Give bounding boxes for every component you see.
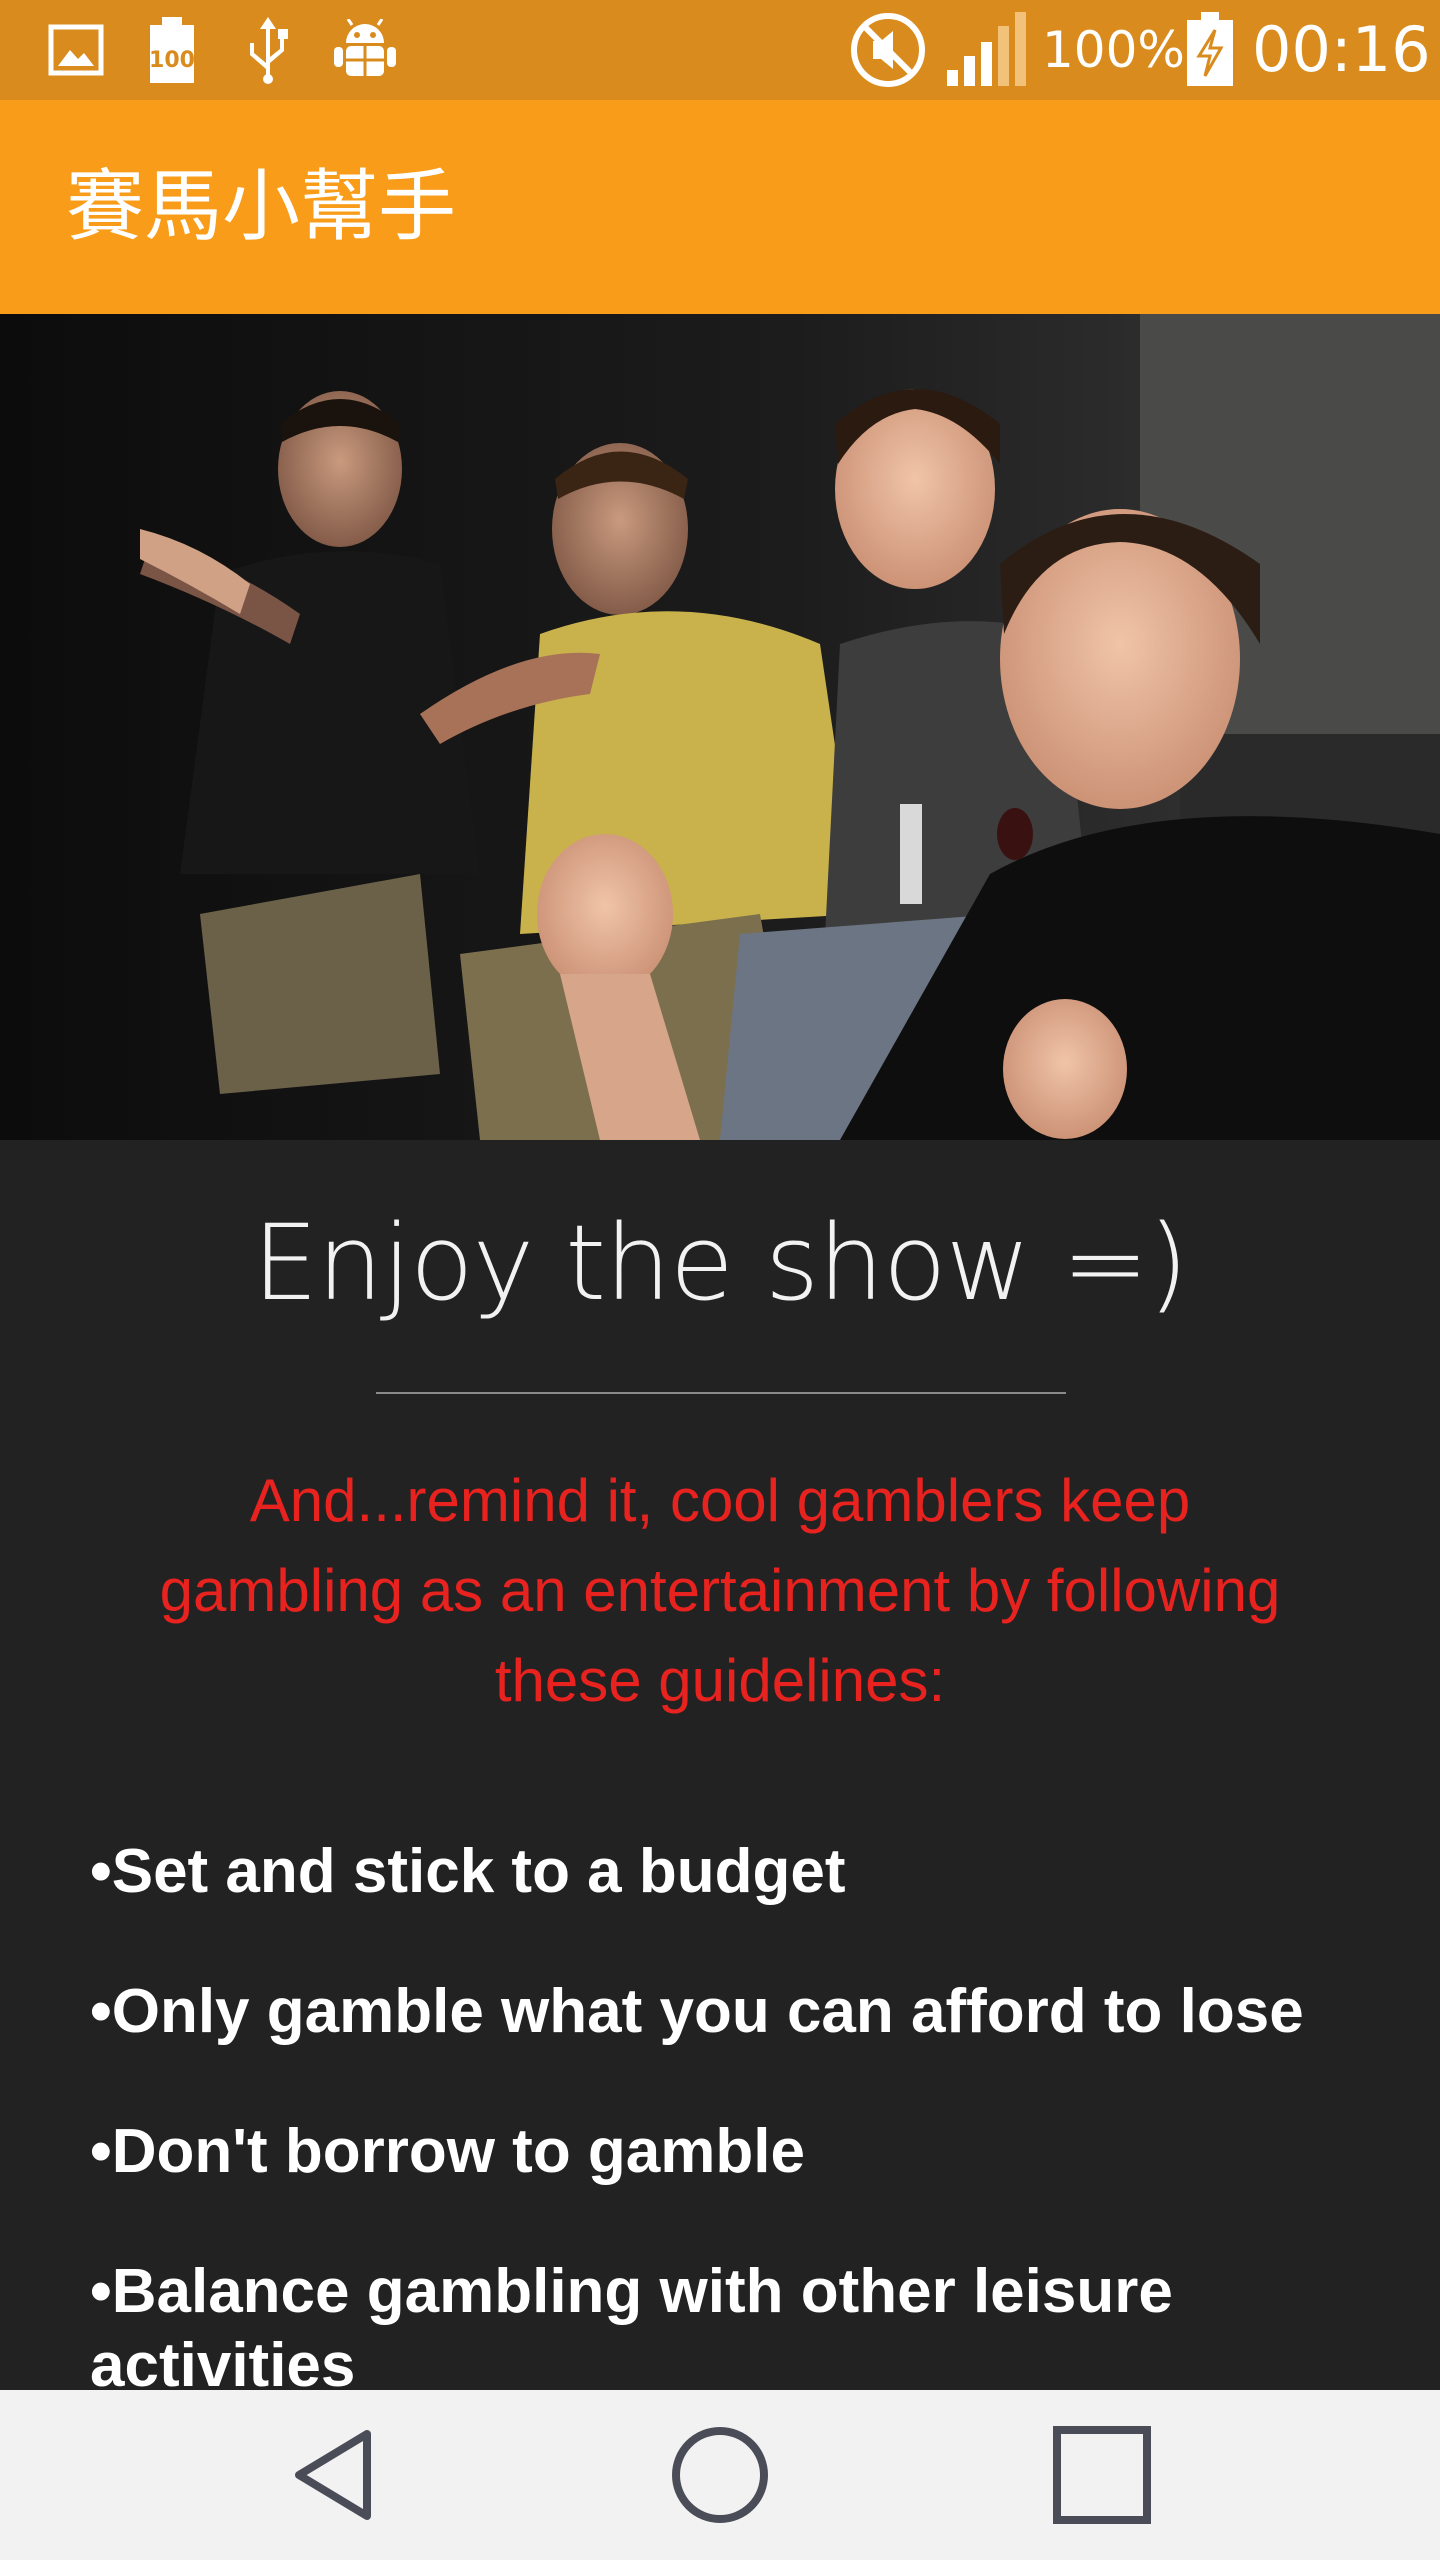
content-area: Enjoy the show =) And...remind it, cool …	[0, 1140, 1440, 2390]
navigation-bar	[0, 2390, 1440, 2560]
battery-charging-icon	[1180, 12, 1240, 86]
guideline-item: Only gamble what you can afford to lose	[90, 1975, 1400, 2049]
guideline-item: Balance gambling with other leisure acti…	[90, 2255, 1400, 2390]
home-button[interactable]	[620, 2390, 820, 2560]
svg-text:100: 100	[149, 48, 195, 73]
guideline-item: Set and stick to a budget	[90, 1835, 1400, 1909]
excited-spectators-photo	[0, 314, 1440, 1140]
headline: Enjoy the show =)	[252, 1202, 1188, 1324]
app-title: 賽馬小幫手	[66, 162, 457, 252]
back-button[interactable]	[240, 2390, 440, 2560]
battery-saver-100-icon: 100	[140, 16, 204, 84]
battery-percent-text: 100%	[1042, 21, 1185, 79]
guideline-item: Don't borrow to gamble	[90, 2115, 1400, 2189]
clock-text: 00:16	[1252, 13, 1431, 86]
android-debug-icon	[330, 16, 400, 84]
status-bar: 100 100% 00:16	[0, 0, 1440, 100]
hero-image	[0, 314, 1440, 1140]
guidelines-list: Set and stick to a budget Only gamble wh…	[90, 1835, 1400, 2390]
usb-icon	[236, 16, 300, 84]
signal-icon	[944, 12, 1030, 86]
mute-icon	[846, 13, 930, 87]
gallery-icon	[44, 16, 108, 84]
divider	[376, 1392, 1066, 1394]
recents-icon	[1053, 2426, 1151, 2524]
reminder-text: And...remind it, cool gamblers keep gamb…	[159, 1467, 1281, 1714]
recents-button[interactable]	[1002, 2390, 1202, 2560]
home-icon	[672, 2427, 768, 2523]
app-bar: 賽馬小幫手	[0, 100, 1440, 314]
back-icon	[295, 2430, 371, 2520]
